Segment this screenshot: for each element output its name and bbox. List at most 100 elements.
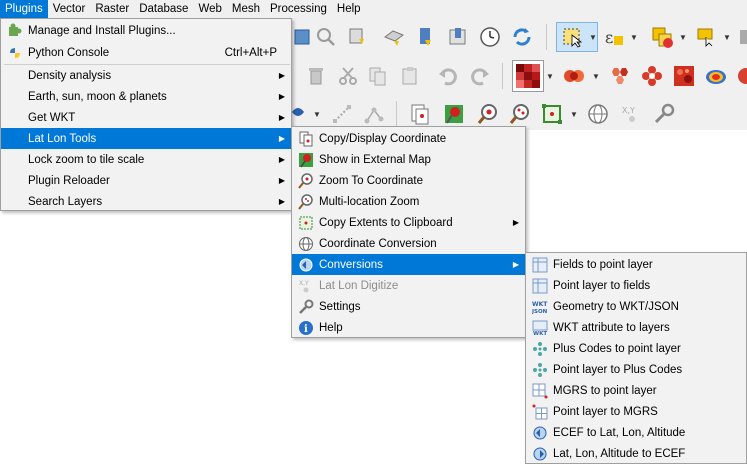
menu-item-point-layer-to-plus-codes[interactable]: Point layer to Plus Codes [526, 359, 746, 380]
chevron-down-icon[interactable]: ▼ [592, 62, 600, 90]
coordinate-conversion-tool-icon[interactable] [584, 100, 612, 128]
toolbar-separator [546, 24, 547, 50]
delete-selected-icon[interactable] [302, 62, 330, 90]
menu-item-label: Plus Codes to point layer [553, 342, 681, 355]
menu-item-help[interactable]: i Help [292, 317, 525, 338]
menu-item-earth-sun-moon[interactable]: Earth, sun, moon & planets ▶ [1, 86, 291, 107]
external-map-tool-icon[interactable] [440, 100, 468, 128]
menu-item-search-layers[interactable]: Search Layers ▶ [1, 191, 291, 212]
plus-codes-icon [531, 361, 548, 378]
menu-item-lat-lon-altitude-to-ecef[interactable]: Lat, Lon, Altitude to ECEF [526, 443, 746, 464]
cut-icon[interactable] [334, 62, 362, 90]
menu-item-get-wkt[interactable]: Get WKT ▶ [1, 107, 291, 128]
menu-item-manage-plugins[interactable]: Manage and Install Plugins... [1, 20, 291, 41]
menu-item-copy-display-coordinate[interactable]: Copy/Display Coordinate [292, 128, 525, 149]
menu-item-python-console[interactable]: Python Console Ctrl+Alt+P [1, 42, 291, 63]
refresh-icon[interactable] [508, 23, 536, 51]
menu-item-label: Plugin Reloader [28, 174, 110, 187]
show-bookmarks-icon[interactable] [444, 23, 472, 51]
new-map-view-icon[interactable] [344, 23, 372, 51]
zoom-out-icon[interactable] [312, 23, 340, 51]
menu-item-label: Lat, Lon, Altitude to ECEF [553, 447, 686, 460]
select-features-icon[interactable] [558, 23, 586, 51]
redo-icon[interactable] [466, 62, 494, 90]
menu-item-conversions[interactable]: Conversions ▶ [292, 254, 525, 275]
menu-mesh[interactable]: Mesh [227, 0, 265, 18]
extents-tool-icon[interactable] [538, 100, 566, 128]
chevron-down-icon[interactable]: ▼ [546, 62, 554, 90]
kernel-density-icon[interactable] [702, 62, 730, 90]
chevron-down-icon[interactable]: ▼ [723, 23, 731, 51]
new-3d-view-icon[interactable] [380, 23, 408, 51]
flower-cluster-icon[interactable] [638, 62, 666, 90]
xy-digitize-tool-icon[interactable]: X,Y [618, 100, 646, 128]
multi-zoom-tool-icon[interactable] [506, 100, 534, 128]
zoom-to-coordinate-tool-icon[interactable] [474, 100, 502, 128]
menu-item-geometry-to-wkt-json[interactable]: WKT JSON Geometry to WKT/JSON [526, 296, 746, 317]
chevron-down-icon[interactable]: ▼ [630, 23, 638, 51]
menu-item-zoom-to-coordinate[interactable]: Zoom To Coordinate [292, 170, 525, 191]
node-tool-icon[interactable] [328, 100, 356, 128]
identify-icon[interactable] [692, 23, 720, 51]
overflow-icon[interactable] [732, 62, 747, 90]
menu-item-label: Geometry to WKT/JSON [553, 300, 679, 313]
heatmap-points-icon[interactable] [560, 62, 588, 90]
menu-item-label: Copy Extents to Clipboard [319, 216, 453, 229]
multi-zoom-icon [297, 193, 314, 210]
copy-coordinate-tool-icon[interactable] [406, 100, 434, 128]
menu-item-plus-codes-to-point-layer[interactable]: Plus Codes to point layer [526, 338, 746, 359]
temporal-clock-icon[interactable] [476, 23, 504, 51]
menu-processing[interactable]: Processing [265, 0, 332, 18]
menu-item-copy-extents[interactable]: Copy Extents to Clipboard ▶ [292, 212, 525, 233]
menu-item-multi-location-zoom[interactable]: Multi-location Zoom [292, 191, 525, 212]
menu-item-label: Help [319, 321, 343, 334]
menu-item-wkt-attribute-to-layers[interactable]: WKT WKT attribute to layers [526, 317, 746, 338]
undo-icon[interactable] [434, 62, 462, 90]
menu-item-fields-to-point-layer[interactable]: Fields to point layer [526, 254, 746, 275]
menu-item-label: MGRS to point layer [553, 384, 657, 397]
menu-item-point-layer-to-mgrs[interactable]: Point layer to MGRS [526, 401, 746, 422]
pushpin-icon [297, 151, 314, 168]
hexbin-icon[interactable] [606, 62, 634, 90]
menu-item-show-external-map[interactable]: Show in External Map [292, 149, 525, 170]
select-by-expression-icon[interactable]: ε [600, 23, 628, 51]
menu-item-settings[interactable]: Settings [292, 296, 525, 317]
menu-item-point-layer-to-fields[interactable]: Point layer to fields [526, 275, 746, 296]
globe-icon [297, 235, 314, 252]
menu-database[interactable]: Database [134, 0, 193, 18]
python-icon [6, 44, 23, 61]
vertex-tool-icon[interactable] [360, 100, 388, 128]
menu-web[interactable]: Web [193, 0, 226, 18]
wrench-icon [297, 298, 314, 315]
chevron-down-icon[interactable]: ▼ [589, 23, 597, 51]
menu-item-lat-lon-digitize[interactable]: X,Y Lat Lon Digitize [292, 275, 525, 296]
menu-item-lock-zoom[interactable]: Lock zoom to tile scale ▶ [1, 149, 291, 170]
density-raster-icon[interactable] [670, 62, 698, 90]
menu-vector[interactable]: Vector [48, 0, 91, 18]
heatmap-raster-icon[interactable] [512, 60, 544, 92]
menu-item-coordinate-conversion[interactable]: Coordinate Conversion [292, 233, 525, 254]
menu-plugins[interactable]: Plugins [0, 0, 48, 18]
menu-item-mgrs-to-point-layer[interactable]: MGRS to point layer [526, 380, 746, 401]
menu-item-ecef-to-lat-lon-altitude[interactable]: ECEF to Lat, Lon, Altitude [526, 422, 746, 443]
svg-text:WKT: WKT [532, 301, 548, 308]
mgrs-icon [531, 382, 548, 399]
menu-item-lat-lon-tools[interactable]: Lat Lon Tools ▶ [1, 128, 291, 149]
plus-codes-icon [531, 340, 548, 357]
settings-wrench-tool-icon[interactable] [650, 100, 678, 128]
chevron-down-icon[interactable]: ▼ [570, 100, 578, 128]
svg-text:i: i [304, 324, 308, 335]
deselect-features-icon[interactable] [648, 23, 676, 51]
menu-item-density-analysis[interactable]: Density analysis ▶ [1, 65, 291, 86]
chevron-down-icon[interactable]: ▼ [679, 23, 687, 51]
paste-icon[interactable] [396, 62, 424, 90]
menu-help[interactable]: Help [332, 0, 366, 18]
submenu-arrow-icon: ▶ [278, 155, 285, 164]
chevron-down-icon[interactable]: ▼ [313, 100, 321, 128]
bookmark-icon[interactable] [412, 23, 440, 51]
wkt-json-icon: WKT JSON [531, 298, 548, 315]
menu-item-plugin-reloader[interactable]: Plugin Reloader ▶ [1, 170, 291, 191]
menu-raster[interactable]: Raster [90, 0, 134, 18]
overflow-icon[interactable] [736, 23, 747, 51]
copy-icon[interactable] [364, 62, 392, 90]
